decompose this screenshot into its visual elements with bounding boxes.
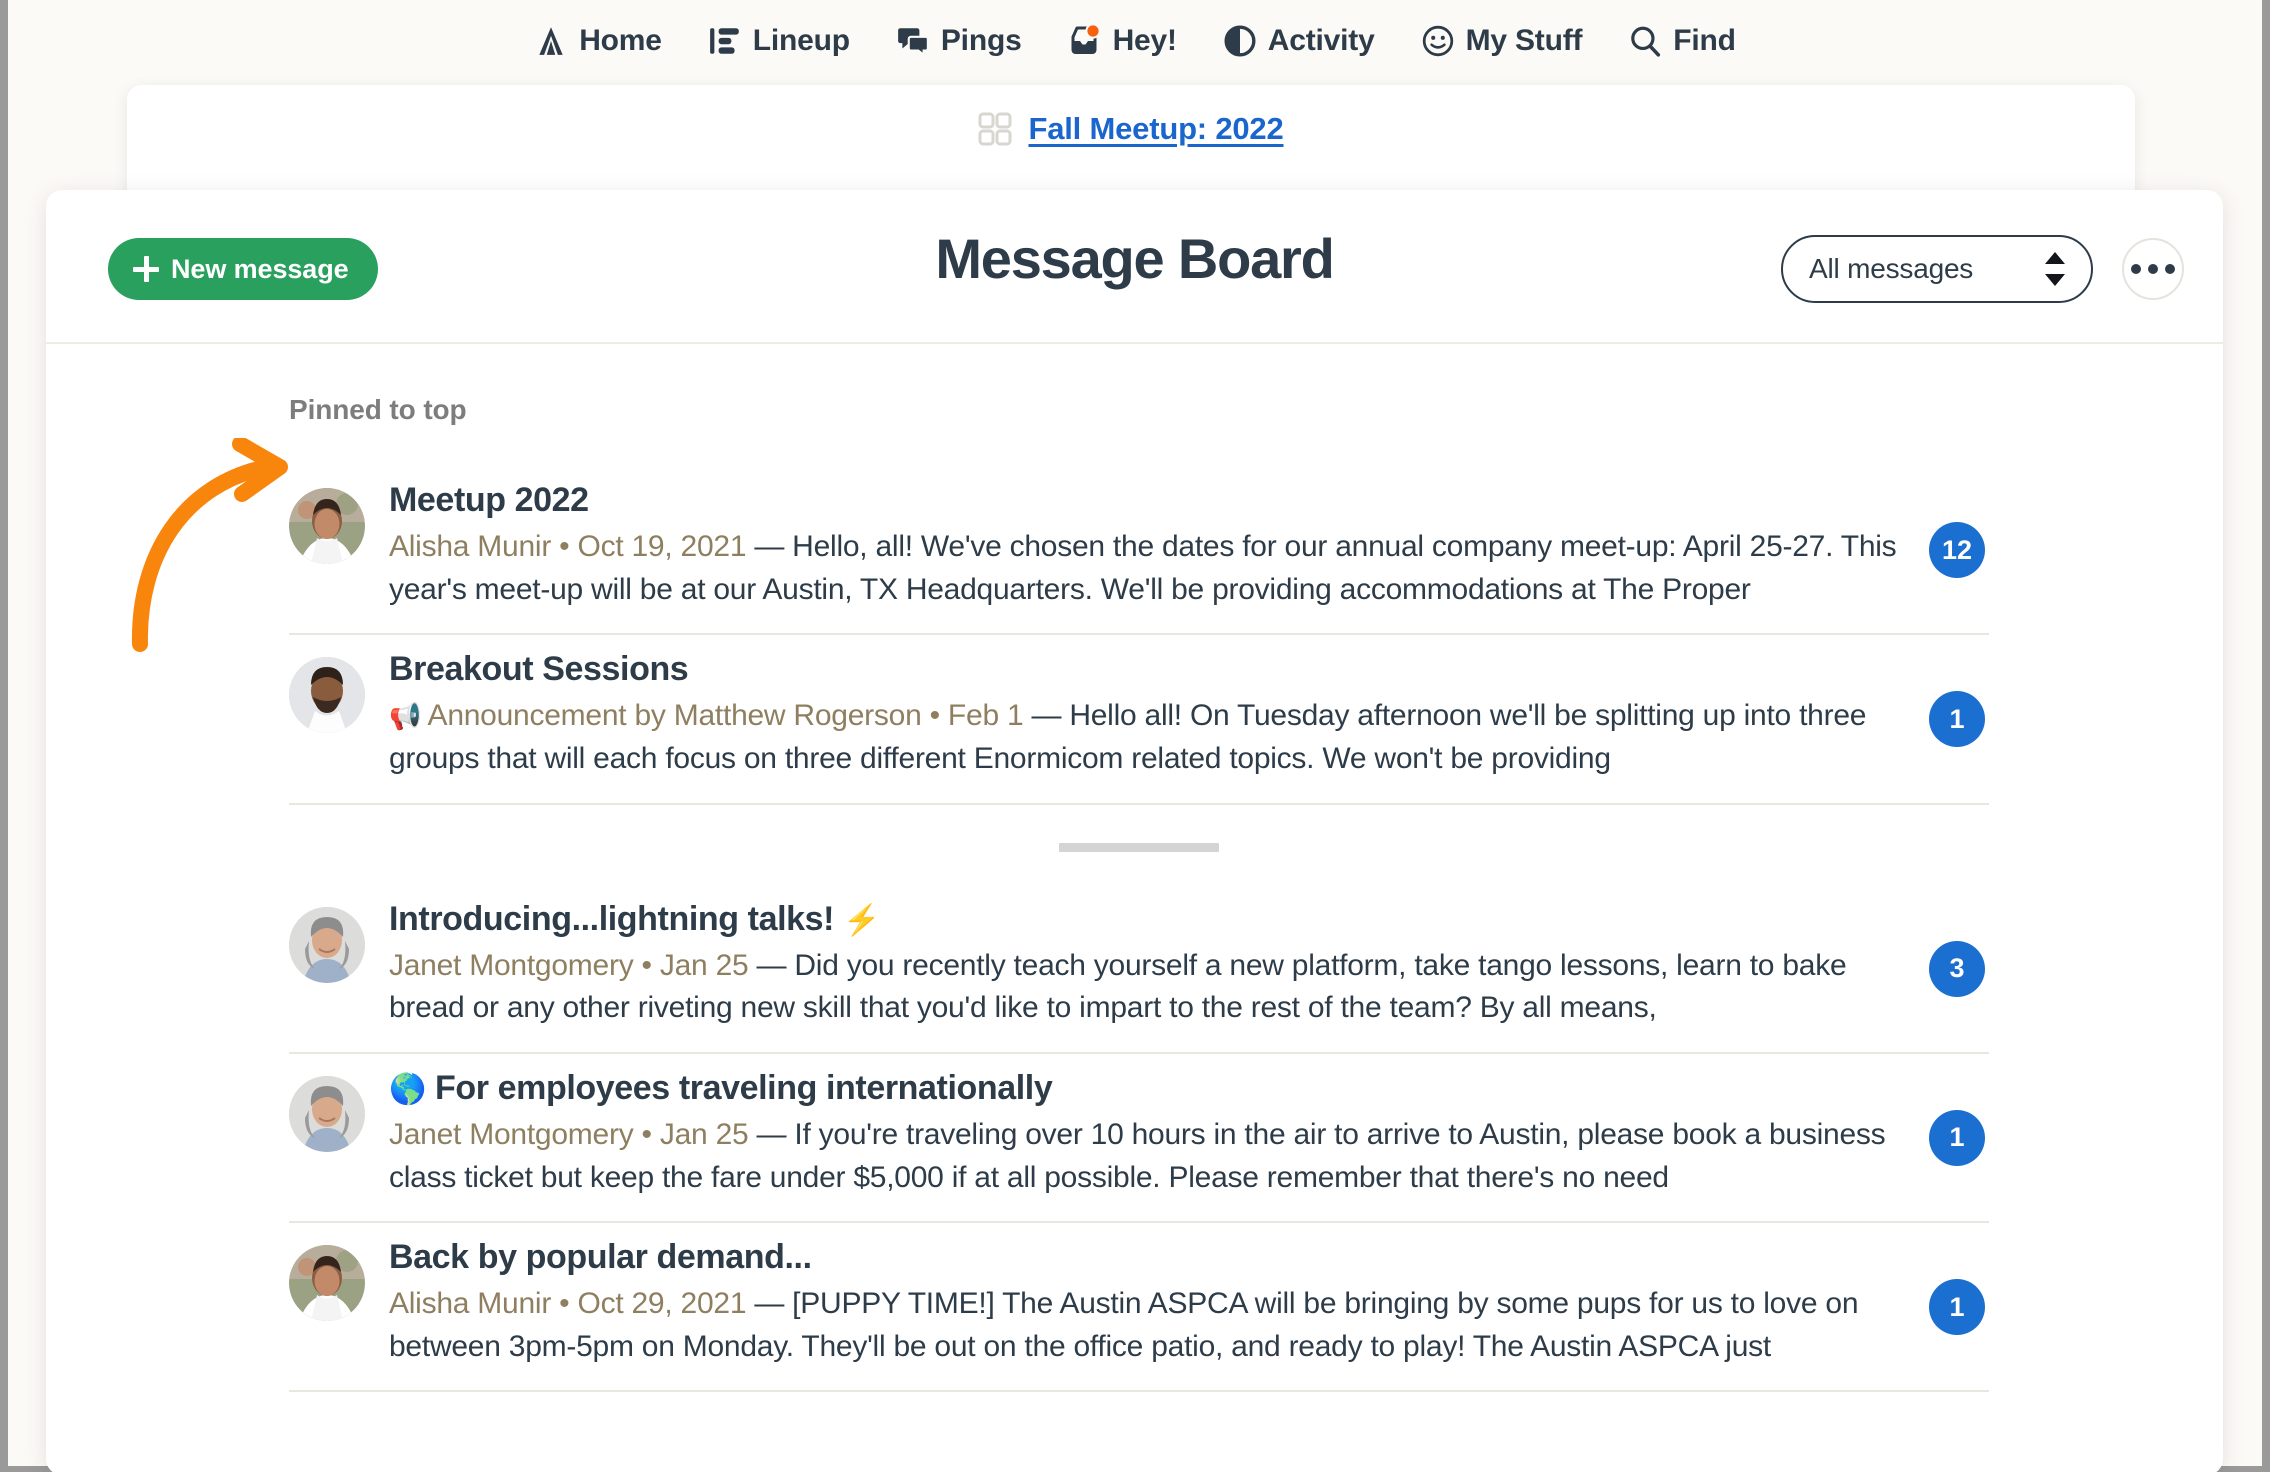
message-title: Breakout Sessions [389,649,1909,689]
avatar [289,657,365,734]
activity-pie-icon [1223,24,1257,58]
message-excerpt: Janet Montgomery • Jan 25 — If you're tr… [389,1114,1909,1199]
message-byline: Janet Montgomery • Jan 25 [389,1118,749,1151]
nav-item-hey[interactable]: Hey! [1062,20,1183,62]
breadcrumb: Fall Meetup: 2022 [127,111,2135,147]
pings-chat-icon [896,24,930,58]
screenshot-root: Home Lineup Pings Hey! Activity My Stuff… [0,0,2270,1472]
message-content: Meetup 2022 Alisha Munir • Oct 19, 2021 … [365,480,1929,611]
avatar [289,1245,365,1322]
home-tent-icon [534,24,568,58]
project-link[interactable]: Fall Meetup: 2022 [1028,111,1283,147]
message-title: 🌎 For employees traveling internationall… [389,1068,1909,1108]
message-excerpt: Janet Montgomery • Jan 25 — Did you rece… [389,945,1909,1030]
comment-count-badge[interactable]: 12 [1929,522,1985,578]
message-content: Introducing...lightning talks! ⚡ Janet M… [365,899,1929,1030]
message-content: Breakout Sessions 📢 Announcement by Matt… [365,649,1929,780]
nav-item-label: Pings [940,24,1022,57]
comment-count-badge[interactable]: 1 [1929,691,1985,748]
globe-icon: 🌎 [389,1072,426,1106]
more-options-button[interactable] [2122,238,2184,300]
message-title-text: Meetup 2022 [389,481,589,519]
comment-count-badge[interactable]: 1 [1929,1109,1985,1166]
message-list-item[interactable]: Meetup 2022 Alisha Munir • Oct 19, 2021 … [289,466,1989,636]
nav-item-label: My Stuff [1465,24,1583,57]
comment-count-badge[interactable]: 1 [1929,1279,1985,1336]
message-title: Back by popular demand... [389,1237,1909,1277]
message-title-text: For employees traveling internationally [435,1068,1053,1107]
message-title: Meetup 2022 [389,480,1909,520]
message-byline: Alisha Munir • Oct 29, 2021 [389,1287,747,1321]
message-byline: Announcement by Matthew Rogerson • Feb 1 [421,699,1024,733]
avatar [289,906,365,983]
message-byline: Alisha Munir • Oct 19, 2021 [389,530,747,564]
ellipsis-icon [2131,264,2141,274]
nav-item-label: Find [1673,24,1736,57]
message-content: 🌎 For employees traveling internationall… [365,1068,1929,1199]
top-navigation-bar: Home Lineup Pings Hey! Activity My Stuff… [8,0,2262,82]
nav-item-home[interactable]: Home [528,20,668,62]
message-excerpt: 📢 Announcement by Matthew Rogerson • Feb… [389,695,1909,780]
message-excerpt: Alisha Munir • Oct 19, 2021 — Hello, all… [389,526,1909,611]
lightning-bolt-icon: ⚡ [843,903,881,937]
message-list-item[interactable]: Breakout Sessions 📢 Announcement by Matt… [289,635,1989,805]
message-byline: Janet Montgomery • Jan 25 [389,948,749,982]
message-list-item[interactable]: 🌎 For employees traveling internationall… [289,1054,1989,1224]
nav-item-find[interactable]: Find [1622,20,1742,62]
ellipsis-icon [2165,264,2175,274]
nav-item-my-stuff[interactable]: My Stuff [1415,20,1589,62]
panel-toolbar: New message Message Board All messages [46,190,2223,344]
select-stepper-icon [2045,252,2065,286]
nav-item-lineup[interactable]: Lineup [702,20,856,62]
hey-inbox-icon [1068,23,1102,58]
message-content: Back by popular demand... Alisha Munir •… [365,1237,1929,1368]
pinned-section-divider [289,805,1989,885]
nav-item-label: Activity [1267,24,1375,57]
avatar [289,1075,365,1152]
message-title-text: Breakout Sessions [389,650,689,689]
search-icon [1628,24,1662,58]
avatar [289,488,365,564]
message-title-text: Back by popular demand... [389,1238,812,1277]
message-board-panel: New message Message Board All messages P… [46,190,2223,1472]
nav-item-label: Lineup [752,24,850,57]
filter-select[interactable]: All messages [1781,235,2093,303]
nav-item-activity[interactable]: Activity [1217,20,1381,62]
nav-item-pings[interactable]: Pings [890,20,1028,62]
message-title-text: Introducing...lightning talks! [389,899,835,938]
filter-select-value: All messages [1809,253,1974,284]
message-excerpt: Alisha Munir • Oct 29, 2021 — [PUPPY TIM… [389,1283,1909,1368]
nav-item-label: Hey! [1112,24,1177,57]
grid-squares-icon [978,112,1012,146]
lineup-list-icon [708,24,742,58]
message-title: Introducing...lightning talks! ⚡ [389,899,1909,939]
message-list: Meetup 2022 Alisha Munir • Oct 19, 2021 … [289,466,1989,1393]
message-list-item[interactable]: Back by popular demand... Alisha Munir •… [289,1223,1989,1393]
comment-count-badge[interactable]: 3 [1929,940,1985,997]
ellipsis-icon [2148,264,2158,274]
pinned-section-label: Pinned to top [289,394,467,425]
megaphone-icon: 📢 [389,701,422,732]
message-list-item[interactable]: Introducing...lightning talks! ⚡ Janet M… [289,885,1989,1054]
my-stuff-smiley-icon [1421,24,1455,58]
nav-item-label: Home [579,24,662,57]
